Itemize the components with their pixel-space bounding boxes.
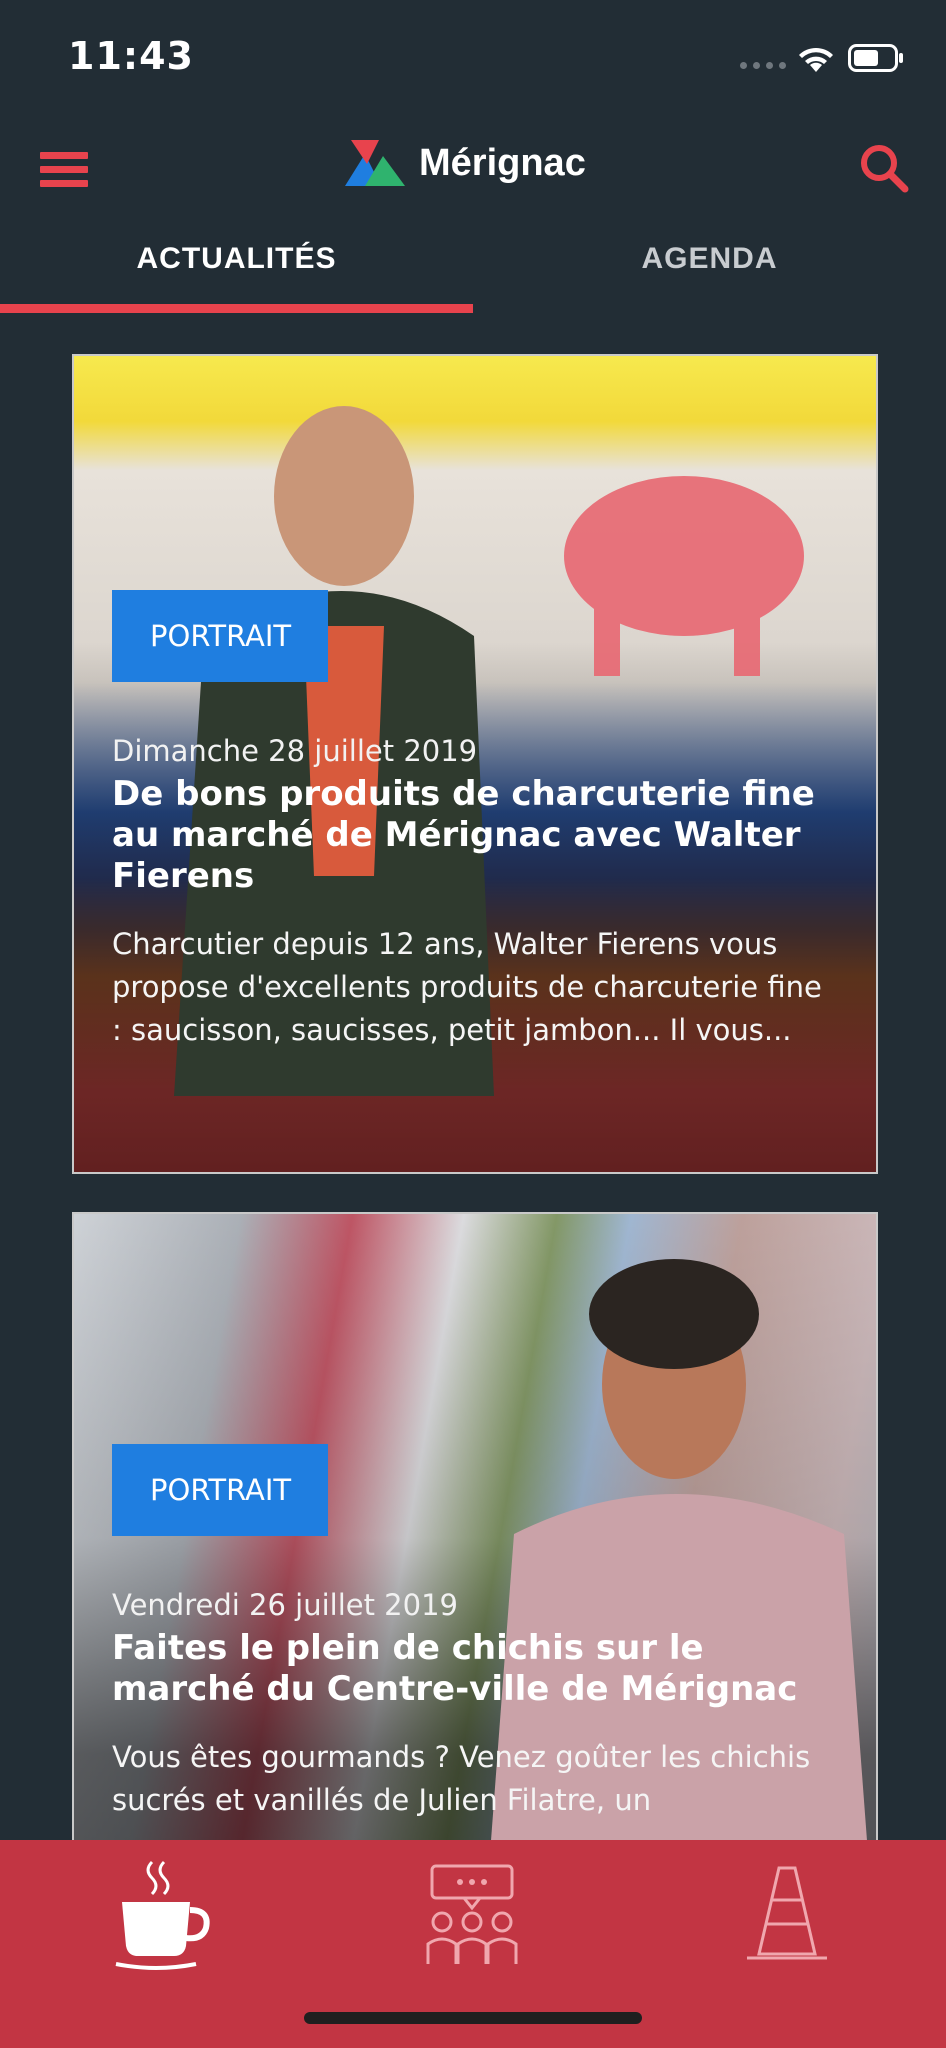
app-title: Mérignac: [419, 141, 586, 184]
article-excerpt: Vous êtes gourmands ? Venez goûter les c…: [112, 1740, 811, 1817]
article-date: Vendredi 26 juillet 2019: [112, 1588, 458, 1622]
article-card[interactable]: PORTRAIT Vendredi 26 juillet 2019 Faites…: [72, 1212, 878, 1840]
article-content: PORTRAIT Dimanche 28 juillet 2019 De bon…: [112, 590, 838, 1052]
article-content: PORTRAIT Vendredi 26 juillet 2019 Faites…: [112, 1444, 838, 1822]
search-icon[interactable]: [858, 142, 910, 194]
category-badge: PORTRAIT: [112, 1444, 328, 1536]
coffee-cup-icon[interactable]: [100, 1854, 220, 1974]
menu-icon[interactable]: [40, 152, 88, 192]
bottom-navigation: [0, 1840, 946, 2048]
status-time: 11:43: [68, 34, 194, 78]
category-badge: PORTRAIT: [112, 590, 328, 682]
active-tab-indicator: [0, 304, 473, 313]
merignac-logo-icon: [345, 140, 405, 186]
cellular-signal-icon: [740, 62, 786, 69]
article-title: Faites le plein de chichis sur le marché…: [112, 1628, 798, 1709]
status-bar: 11:43: [0, 0, 946, 110]
wifi-icon: [799, 47, 833, 72]
app-header: Mérignac: [0, 110, 946, 220]
home-indicator: [304, 2012, 642, 2024]
app-logo: Mérignac: [345, 140, 586, 186]
section-tabs: ACTUALITÉS AGENDA: [0, 222, 946, 314]
tab-actualites[interactable]: ACTUALITÉS: [0, 242, 473, 276]
news-feed[interactable]: PORTRAIT Dimanche 28 juillet 2019 De bon…: [0, 314, 946, 1840]
article-date: Dimanche 28 juillet 2019: [112, 734, 478, 768]
tab-agenda[interactable]: AGENDA: [473, 242, 946, 276]
community-icon[interactable]: [412, 1854, 532, 1974]
traffic-cone-icon[interactable]: [727, 1854, 847, 1974]
article-excerpt: Charcutier depuis 12 ans, Walter Fierens…: [112, 927, 822, 1047]
article-card[interactable]: PORTRAIT Dimanche 28 juillet 2019 De bon…: [72, 354, 878, 1174]
article-title: De bons produits de charcuterie fine au …: [112, 774, 815, 896]
battery-icon: [848, 44, 903, 72]
